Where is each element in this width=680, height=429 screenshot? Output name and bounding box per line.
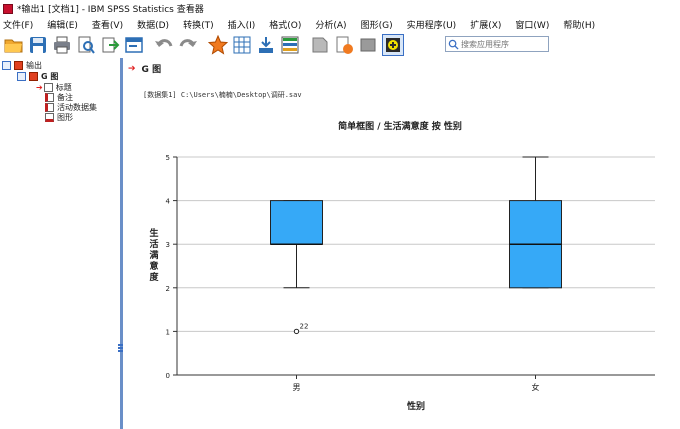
y-tick-label: 4 bbox=[166, 198, 171, 206]
current-item-arrow-icon: ➔ bbox=[128, 63, 136, 74]
demote-icon[interactable] bbox=[334, 35, 354, 55]
goto-case-icon[interactable] bbox=[232, 35, 252, 55]
search-icon bbox=[448, 39, 459, 50]
save-icon[interactable] bbox=[28, 35, 48, 55]
y-tick-label: 5 bbox=[166, 154, 170, 162]
y-tick-label: 2 bbox=[166, 285, 170, 293]
title-item-icon bbox=[43, 83, 53, 92]
chart-title: 简单框图 / 生活满意度 按 性别 bbox=[338, 122, 462, 132]
undo-icon[interactable] bbox=[154, 35, 174, 55]
value-labels-icon[interactable] bbox=[280, 35, 300, 55]
notes-item-icon bbox=[45, 93, 54, 102]
dataset-item-icon bbox=[45, 103, 54, 112]
outline-item-label: 图形 bbox=[57, 113, 73, 122]
menu-file[interactable]: 文件(F) bbox=[3, 18, 33, 31]
content-heading-label: G 图 bbox=[141, 65, 162, 75]
outlier-label: 22 bbox=[300, 322, 309, 330]
outline-root-label: 输出 bbox=[26, 61, 42, 70]
box-iqr bbox=[270, 200, 323, 245]
outline-node-graph[interactable]: G 图 bbox=[17, 71, 58, 82]
output-book-icon bbox=[29, 72, 38, 81]
box-男: 22 bbox=[270, 200, 323, 335]
y-tick-label: 1 bbox=[166, 328, 170, 336]
menu-view[interactable]: 查看(V) bbox=[92, 18, 123, 31]
current-item-arrow-icon: ➔ bbox=[36, 83, 43, 92]
x-tick-label: 女 bbox=[532, 382, 540, 392]
search-box[interactable] bbox=[445, 36, 549, 52]
content-heading: ➔ G 图 bbox=[128, 62, 162, 76]
chart-item-icon bbox=[45, 113, 54, 122]
boxplot-chart[interactable]: 22 0 1 2 3 4 5 男 女性别 生活满意度 bbox=[140, 140, 680, 415]
redo-icon[interactable] bbox=[178, 35, 198, 55]
menu-data[interactable]: 数据(D) bbox=[137, 18, 169, 31]
output-book-icon bbox=[14, 61, 23, 70]
outline-item-chart[interactable]: 图形 bbox=[45, 112, 73, 123]
title-bar: *输出1 [文档1] - IBM SPSS Statistics 查看器 bbox=[0, 0, 680, 17]
y-tick-label: 3 bbox=[166, 241, 170, 249]
outline-node-label: G 图 bbox=[41, 72, 59, 81]
promote-icon[interactable] bbox=[310, 35, 330, 55]
variables-icon[interactable] bbox=[256, 35, 276, 55]
dialog-recall-icon[interactable] bbox=[124, 35, 144, 55]
menu-edit[interactable]: 编辑(E) bbox=[47, 18, 78, 31]
chart-labels: 0 1 2 3 4 5 男 女性别 生活满意度 bbox=[149, 154, 539, 412]
menu-transform[interactable]: 转换(T) bbox=[183, 18, 214, 31]
y-axis-title: 生活满意度 bbox=[149, 227, 159, 283]
hide-icon[interactable] bbox=[358, 35, 378, 55]
collapse-toggle-icon[interactable] bbox=[17, 72, 26, 81]
toolbar bbox=[0, 32, 680, 58]
outline-root[interactable]: 输出 bbox=[2, 60, 42, 71]
menu-graphs[interactable]: 图形(G) bbox=[361, 18, 393, 31]
open-folder-icon[interactable] bbox=[4, 35, 24, 55]
insert-new-icon[interactable] bbox=[382, 34, 404, 56]
menu-bar: 文件(F) 编辑(E) 查看(V) 数据(D) 转换(T) 插入(I) 格式(O… bbox=[0, 17, 680, 32]
menu-analyze[interactable]: 分析(A) bbox=[315, 18, 346, 31]
collapse-toggle-icon[interactable] bbox=[2, 61, 11, 70]
goto-data-icon[interactable] bbox=[208, 35, 228, 55]
chart-axes bbox=[173, 156, 655, 379]
outlier-point bbox=[293, 328, 300, 335]
grid-lines bbox=[177, 156, 655, 332]
box-女 bbox=[509, 156, 562, 289]
spss-app-icon bbox=[3, 3, 13, 14]
menu-extensions[interactable]: 扩展(X) bbox=[470, 18, 501, 31]
print-icon[interactable] bbox=[52, 35, 72, 55]
menu-help[interactable]: 帮助(H) bbox=[563, 18, 595, 31]
menu-utilities[interactable]: 实用程序(U) bbox=[407, 18, 457, 31]
dataset-path: [数据集1] C:\Users\楠楠\Desktop\调研.sav bbox=[143, 91, 302, 99]
x-axis-title: 性别 bbox=[407, 400, 425, 412]
menu-insert[interactable]: 插入(I) bbox=[228, 18, 256, 31]
search-input[interactable] bbox=[461, 39, 547, 49]
window-title: *输出1 [文档1] - IBM SPSS Statistics 查看器 bbox=[17, 5, 204, 15]
menu-window[interactable]: 窗口(W) bbox=[515, 18, 549, 31]
menu-format[interactable]: 格式(O) bbox=[269, 18, 301, 31]
y-tick-label: 0 bbox=[166, 372, 170, 380]
export-icon[interactable] bbox=[100, 35, 120, 55]
box-group: 22 bbox=[270, 156, 562, 335]
x-tick-label: 男 bbox=[293, 383, 301, 392]
print-preview-icon[interactable] bbox=[76, 35, 96, 55]
